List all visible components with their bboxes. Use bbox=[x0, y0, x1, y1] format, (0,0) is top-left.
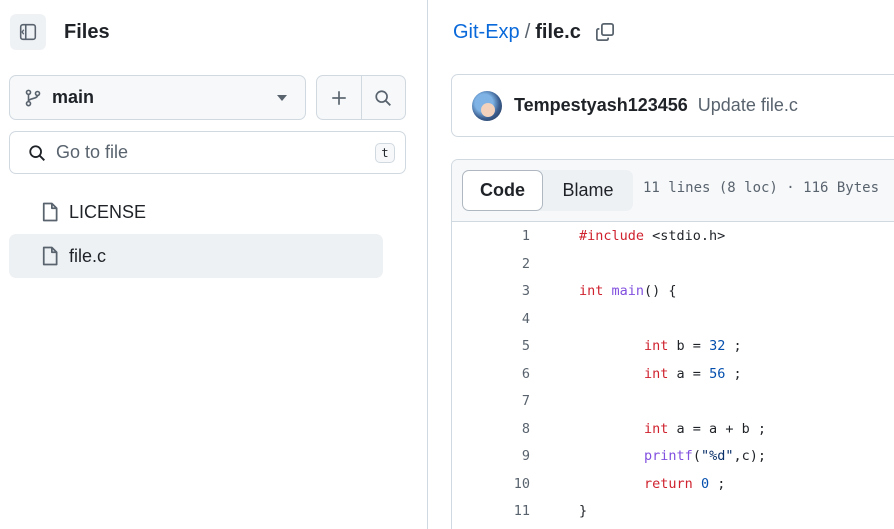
add-file-button[interactable] bbox=[317, 76, 361, 119]
line-number[interactable]: 6 bbox=[452, 366, 530, 382]
tree-item-label: file.c bbox=[69, 245, 107, 266]
line-number[interactable]: 10 bbox=[452, 476, 530, 492]
sidebar-collapse-icon bbox=[19, 23, 37, 41]
branch-selector-button[interactable]: main bbox=[9, 75, 306, 120]
line-number[interactable]: 2 bbox=[452, 256, 530, 272]
file-tree-sidebar: Files main Go to file t LICENSE file.c bbox=[0, 0, 428, 529]
line-content: } bbox=[579, 503, 588, 519]
tree-item-label: LICENSE bbox=[69, 201, 147, 222]
avatar[interactable] bbox=[472, 90, 502, 121]
search-icon bbox=[375, 89, 392, 106]
file-icon bbox=[42, 202, 58, 222]
go-to-file-placeholder: Go to file bbox=[56, 142, 129, 162]
branch-name: main bbox=[52, 87, 95, 107]
go-to-file-input[interactable]: Go to file t bbox=[9, 131, 406, 174]
line-number[interactable]: 9 bbox=[452, 448, 530, 464]
code-line: 10 return 0 ; bbox=[452, 471, 894, 499]
view-mode-toggle: Code Blame bbox=[462, 170, 633, 211]
line-number[interactable]: 7 bbox=[452, 393, 530, 409]
code-line: 7 bbox=[452, 388, 894, 416]
code-line: 4 bbox=[452, 306, 894, 334]
line-number[interactable]: 3 bbox=[452, 283, 530, 299]
code-line: 1 #include <stdio.h> bbox=[452, 223, 894, 251]
tree-actions bbox=[316, 75, 406, 120]
line-content: int b = 32 ; bbox=[644, 338, 742, 354]
line-content: int main() { bbox=[579, 283, 677, 299]
line-content: #include <stdio.h> bbox=[579, 228, 726, 244]
repo-link[interactable]: Git-Exp bbox=[453, 21, 520, 44]
current-file-name: file.c bbox=[535, 20, 581, 43]
collapse-sidebar-button[interactable] bbox=[10, 14, 46, 50]
line-number[interactable]: 1 bbox=[452, 228, 530, 244]
line-number[interactable]: 5 bbox=[452, 338, 530, 354]
copy-icon bbox=[595, 23, 614, 41]
code-viewer: 1 #include <stdio.h> 2 3 int main() { 4 5 int … bbox=[452, 223, 894, 526]
search-code-button[interactable] bbox=[360, 76, 406, 119]
file-header: Code Blame 11 lines (8 loc) · 116 Bytes bbox=[452, 160, 894, 222]
code-line: 9 printf("%d",c); bbox=[452, 443, 894, 471]
chevron-down-icon bbox=[277, 95, 287, 101]
line-content: int a = 56 ; bbox=[644, 365, 742, 382]
tab-code[interactable]: Code bbox=[462, 170, 543, 211]
tree-item-file-c[interactable]: file.c bbox=[9, 234, 383, 278]
code-line: 8 int a = a + b ; bbox=[452, 416, 894, 444]
sidebar-title: Files bbox=[64, 20, 110, 43]
code-line: 5 int b = 32 ; bbox=[452, 333, 894, 361]
line-number[interactable]: 4 bbox=[452, 311, 530, 327]
commit-message[interactable]: Update file.c bbox=[698, 95, 798, 116]
line-content: return 0 ; bbox=[644, 475, 726, 492]
code-line: 3 int main() { bbox=[452, 278, 894, 306]
file-stats: 11 lines (8 loc) · 116 Bytes bbox=[643, 180, 880, 196]
code-line: 2 bbox=[452, 251, 894, 279]
line-content: printf("%d",c); bbox=[644, 448, 766, 464]
search-icon bbox=[29, 144, 45, 161]
code-line: 11} bbox=[452, 498, 894, 526]
breadcrumb-separator: / bbox=[524, 20, 531, 43]
tree-item-license[interactable]: LICENSE bbox=[9, 190, 383, 234]
line-number[interactable]: 11 bbox=[452, 503, 530, 519]
commit-author[interactable]: Tempestyash123456 bbox=[514, 95, 688, 116]
breadcrumb: Git-Exp / file.c bbox=[453, 14, 615, 50]
file-view-main: Git-Exp / file.c Tempestyash123456 Updat… bbox=[429, 0, 894, 529]
line-number[interactable]: 8 bbox=[452, 421, 530, 437]
code-line: 6 int a = 56 ; bbox=[452, 361, 894, 389]
file-icon bbox=[42, 246, 58, 266]
tab-blame[interactable]: Blame bbox=[543, 170, 633, 211]
sidebar-header: Files bbox=[10, 14, 110, 50]
file-content-box: Code Blame 11 lines (8 loc) · 116 Bytes … bbox=[451, 159, 894, 529]
copy-path-button[interactable] bbox=[595, 22, 615, 42]
plus-icon bbox=[332, 90, 346, 105]
git-branch-icon bbox=[25, 89, 41, 106]
shortcut-key-badge: t bbox=[375, 143, 395, 163]
latest-commit-box: Tempestyash123456 Update file.c bbox=[451, 74, 894, 137]
line-content: int a = a + b ; bbox=[644, 420, 766, 437]
